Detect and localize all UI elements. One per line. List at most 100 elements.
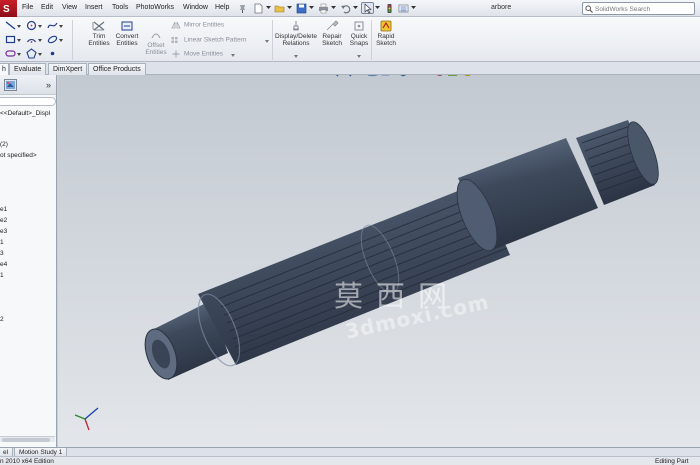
- circle-icon[interactable]: [26, 20, 37, 31]
- ellipse-icon[interactable]: [47, 34, 58, 45]
- pin-icon[interactable]: [236, 2, 249, 14]
- scrollbar-thumb[interactable]: [2, 438, 50, 442]
- tree-item-material[interactable]: ot specified>: [0, 152, 37, 159]
- tree-item-feature-4[interactable]: 1: [0, 239, 4, 246]
- graphics-area[interactable]: 莫西网 3dmoxi.com: [58, 75, 700, 447]
- menu-bar: S File Edit View Insert Tools PhotoWorks…: [0, 0, 700, 17]
- offset-entities-label: Offset Entities: [145, 42, 167, 56]
- mirror-entities-label: Mirror Entities: [184, 21, 225, 29]
- chevron-down-icon[interactable]: [375, 6, 380, 10]
- new-document-icon[interactable]: [252, 2, 265, 14]
- trim-entities-button[interactable]: Trim Entities: [84, 20, 114, 47]
- tree-item-feature-1[interactable]: e1: [0, 206, 7, 213]
- chevron-down-icon[interactable]: [17, 25, 21, 28]
- chevron-down-icon[interactable]: [38, 25, 42, 28]
- status-bar: n 2010 x64 Edition Editing Part: [0, 456, 700, 465]
- rebuild-icon[interactable]: [383, 2, 396, 14]
- trim-entities-label: Trim Entities: [88, 33, 110, 47]
- spline-icon[interactable]: [47, 20, 58, 31]
- svg-text:S: S: [3, 4, 10, 15]
- chevron-down-icon[interactable]: [357, 55, 361, 58]
- tree-item-feature-8[interactable]: 2: [0, 316, 4, 323]
- chevron-down-icon[interactable]: [353, 6, 358, 10]
- panel-toolbar: »: [0, 75, 56, 95]
- menu-edit[interactable]: Edit: [41, 4, 53, 11]
- tree-filter-input[interactable]: [0, 97, 56, 106]
- convert-entities-label: Convert Entities: [115, 33, 139, 47]
- mirror-entities-button[interactable]: Mirror Entities: [171, 21, 224, 29]
- move-entities-button[interactable]: Move Entities: [171, 50, 223, 58]
- tree-item-feature-3[interactable]: e3: [0, 228, 7, 235]
- arc-icon[interactable]: [26, 34, 37, 45]
- menu-window[interactable]: Window: [183, 4, 208, 11]
- linear-sketch-pattern-label: Linear Sketch Pattern: [184, 36, 247, 44]
- search-box[interactable]: [582, 2, 695, 15]
- select-pointer-icon[interactable]: [361, 2, 374, 14]
- menu-photoworks[interactable]: PhotoWorks: [136, 4, 174, 11]
- chevron-down-icon[interactable]: [411, 6, 416, 10]
- menu-file[interactable]: File: [22, 4, 33, 11]
- undo-icon[interactable]: [339, 2, 352, 14]
- panel-horizontal-scrollbar[interactable]: [0, 436, 55, 442]
- shaft-model[interactable]: [58, 75, 700, 447]
- chevron-down-icon[interactable]: [331, 6, 336, 10]
- bottom-tabs: el Motion Study 1: [0, 447, 700, 457]
- toolbar-separator: [272, 20, 273, 60]
- chevron-down-icon[interactable]: [265, 40, 269, 43]
- toolbar-separator: [72, 20, 73, 60]
- menu-insert[interactable]: Insert: [85, 4, 103, 11]
- chevron-down-icon[interactable]: [309, 6, 314, 10]
- status-mode: Editing Part: [655, 458, 689, 465]
- tree-item-display-state[interactable]: <<Default>_Displ: [0, 110, 50, 117]
- menu-view[interactable]: View: [62, 4, 77, 11]
- polygon-icon[interactable]: [26, 48, 37, 59]
- document-title: arbore: [491, 4, 512, 11]
- double-chevron-right-icon[interactable]: »: [46, 80, 51, 90]
- open-folder-icon[interactable]: [273, 2, 286, 14]
- search-icon: [585, 5, 593, 13]
- search-input[interactable]: [595, 5, 691, 13]
- tree-item-feature-5[interactable]: 3: [0, 250, 4, 257]
- command-manager-tabs: h Evaluate DimXpert Office Products: [0, 62, 700, 75]
- display-delete-relations-button[interactable]: Display/Delete Relations: [274, 20, 318, 47]
- tree-item-feature-7[interactable]: 1: [0, 272, 4, 279]
- quick-snaps-button[interactable]: Quick Snaps: [346, 20, 372, 47]
- move-entities-label: Move Entities: [184, 50, 224, 58]
- save-icon[interactable]: [295, 2, 308, 14]
- rectangle-icon[interactable]: [5, 34, 16, 45]
- tab-office-products[interactable]: Office Products: [88, 63, 146, 75]
- chevron-down-icon[interactable]: [17, 53, 21, 56]
- offset-entities-button[interactable]: Offset Entities: [142, 29, 170, 56]
- display-manager-icon[interactable]: [4, 79, 17, 91]
- solidworks-logo[interactable]: S: [0, 0, 17, 17]
- feature-manager-panel: » <<Default>_Displ (2) ot specified> e1 …: [0, 75, 57, 447]
- slot-icon[interactable]: [5, 48, 16, 59]
- print-icon[interactable]: [317, 2, 330, 14]
- menu-help[interactable]: Help: [215, 4, 229, 11]
- chevron-down-icon[interactable]: [294, 55, 298, 58]
- convert-entities-icon: [121, 21, 133, 31]
- convert-entities-button[interactable]: Convert Entities: [112, 20, 142, 47]
- chevron-down-icon[interactable]: [231, 54, 235, 57]
- chevron-down-icon[interactable]: [17, 39, 21, 42]
- line-icon[interactable]: [5, 20, 16, 31]
- options-icon[interactable]: [397, 2, 410, 14]
- tree-item-feature-2[interactable]: e2: [0, 217, 7, 224]
- rapid-sketch-button[interactable]: Rapid Sketch: [372, 20, 400, 47]
- offset-icon: [151, 33, 161, 39]
- chevron-down-icon[interactable]: [266, 6, 271, 10]
- chevron-down-icon[interactable]: [38, 39, 42, 42]
- tree-item-sensors[interactable]: (2): [0, 141, 8, 148]
- point-icon[interactable]: [47, 48, 58, 59]
- chevron-down-icon[interactable]: [59, 39, 63, 42]
- linear-sketch-pattern-button[interactable]: Linear Sketch Pattern: [171, 36, 247, 44]
- menu-tools[interactable]: Tools: [112, 4, 128, 11]
- tab-evaluate[interactable]: Evaluate: [9, 63, 47, 75]
- tree-item-feature-6[interactable]: e4: [0, 261, 7, 268]
- chevron-down-icon[interactable]: [38, 53, 42, 56]
- chevron-down-icon[interactable]: [59, 25, 63, 28]
- tab-dimxpert[interactable]: DimXpert: [48, 63, 88, 75]
- chevron-down-icon[interactable]: [287, 6, 292, 10]
- tab-sketch[interactable]: h: [0, 63, 9, 75]
- repair-sketch-button[interactable]: Repair Sketch: [319, 20, 345, 47]
